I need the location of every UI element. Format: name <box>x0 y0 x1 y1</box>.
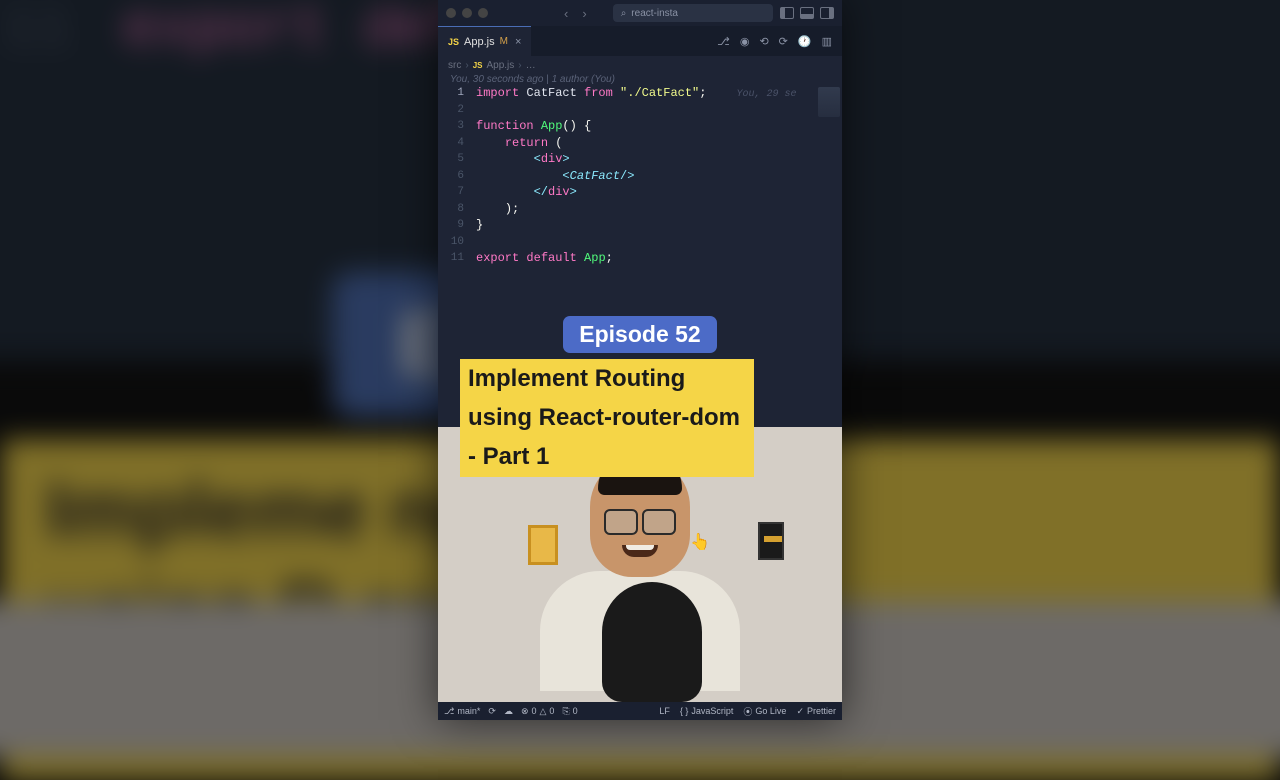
code-line[interactable]: 3function App() { <box>438 118 842 135</box>
code-line[interactable]: 8 ); <box>438 201 842 218</box>
command-center[interactable]: ⌕ react-insta <box>613 4 773 22</box>
microphone <box>602 582 702 702</box>
language-mode[interactable]: { } JavaScript <box>680 705 734 718</box>
code-line[interactable]: 10 <box>438 234 842 251</box>
vscode-window: ‹ › ⌕ react-insta JS App.js M × ⎇ ◉ ⟲ ⟳ … <box>438 0 842 720</box>
wall-frame-right <box>758 522 784 560</box>
search-text: react-insta <box>631 8 678 19</box>
branch-icon: ⎇ <box>444 706 454 717</box>
preview-icon[interactable]: ◉ <box>740 35 750 48</box>
line-number: 5 <box>438 153 476 165</box>
breadcrumb-folder: src <box>448 60 461 71</box>
title-badge: Implement Routing using React-router-dom… <box>460 359 754 477</box>
line-number: 11 <box>438 252 476 264</box>
breadcrumb-symbol: … <box>526 60 536 71</box>
code-line[interactable]: 11export default App; <box>438 250 842 267</box>
git-branch[interactable]: ⎇ main* <box>444 706 480 717</box>
check-icon: ✓ <box>796 706 804 717</box>
git-compare-icon[interactable]: ⎇ <box>717 35 730 48</box>
line-content: export default App; <box>476 251 613 265</box>
code-line[interactable]: 4 return ( <box>438 135 842 152</box>
tabbar: JS App.js M × ⎇ ◉ ⟲ ⟳ 🕐 ▥ <box>438 26 842 56</box>
traffic-max[interactable] <box>478 8 488 18</box>
line-number: 10 <box>438 236 476 248</box>
line-content: <div> <box>476 152 570 166</box>
warning-icon: △ <box>540 706 547 717</box>
ports[interactable]: ⎘0 <box>562 706 577 717</box>
cloud-button[interactable]: ☁ <box>504 706 513 717</box>
run-next-icon[interactable]: ⟳ <box>779 35 788 48</box>
editor[interactable]: 1import CatFact from "./CatFact";You, 29… <box>438 85 842 349</box>
statusbar: ⎇ main* ⟳ ☁ ⊗0 △0 ⎘0 LF { } JavaScript ⦿… <box>438 702 842 720</box>
chevron-right-icon: › <box>518 60 521 71</box>
sync-icon: ⟳ <box>488 706 496 717</box>
tab-filename: App.js <box>464 36 495 48</box>
nav-back-icon[interactable]: ‹ <box>564 6 568 21</box>
episode-badge: Episode 52 <box>563 316 716 353</box>
titlebar: ‹ › ⌕ react-insta <box>438 0 842 26</box>
js-icon: JS <box>448 37 459 47</box>
line-number: 1 <box>438 87 476 99</box>
breadcrumb-file: App.js <box>486 60 514 71</box>
line-content: return ( <box>476 136 562 150</box>
problems[interactable]: ⊗0 △0 <box>521 706 555 717</box>
tab-modified-badge: M <box>500 36 508 47</box>
timeline-icon[interactable]: 🕐 <box>798 35 812 48</box>
traffic-close[interactable] <box>446 8 456 18</box>
minimap[interactable] <box>818 87 840 117</box>
go-live-button[interactable]: ⦿ Go Live <box>743 705 786 718</box>
line-content: </div> <box>476 185 577 199</box>
sync-button[interactable]: ⟳ <box>488 706 496 717</box>
cloud-icon: ☁ <box>504 706 513 717</box>
line-number: 3 <box>438 120 476 132</box>
split-editor-icon[interactable]: ▥ <box>822 35 832 48</box>
video-overlay: Episode 52 Implement Routing using React… <box>438 316 842 477</box>
toggle-sidebar-icon[interactable] <box>780 7 794 19</box>
code-line[interactable]: 2 <box>438 102 842 119</box>
line-content: ); <box>476 202 519 216</box>
prettier-status[interactable]: ✓ Prettier <box>796 705 836 718</box>
code-line[interactable]: 1import CatFact from "./CatFact";You, 29… <box>438 85 842 102</box>
line-number: 4 <box>438 137 476 149</box>
broadcast-icon: ⦿ <box>743 705 752 718</box>
line-content: import CatFact from "./CatFact";You, 29 … <box>476 86 796 100</box>
breadcrumb[interactable]: src › JS App.js › … <box>438 56 842 74</box>
cursor-icon: 👆 <box>690 532 710 552</box>
code-line[interactable]: 9} <box>438 217 842 234</box>
tab-app-js[interactable]: JS App.js M × <box>438 26 531 56</box>
line-content: } <box>476 218 483 232</box>
toggle-panel-icon[interactable] <box>800 7 814 19</box>
line-number: 8 <box>438 203 476 215</box>
braces-icon: { } <box>680 706 689 716</box>
nav-forward-icon[interactable]: › <box>582 6 586 21</box>
line-content: <CatFact/> <box>476 169 634 183</box>
run-prev-icon[interactable]: ⟲ <box>759 35 768 48</box>
inline-blame: You, 29 se <box>736 89 796 100</box>
code-line[interactable]: 5 <div> <box>438 151 842 168</box>
eol[interactable]: LF <box>659 705 670 718</box>
gitlens-blame: You, 30 seconds ago | 1 author (You) <box>438 74 842 85</box>
line-content: function App() { <box>476 119 591 133</box>
tab-close-icon[interactable]: × <box>515 36 521 48</box>
js-icon: JS <box>473 61 483 70</box>
search-icon: ⌕ <box>621 8 627 19</box>
bg-line-num: 11 <box>2 0 112 62</box>
line-number: 6 <box>438 170 476 182</box>
error-icon: ⊗ <box>521 706 529 717</box>
traffic-min[interactable] <box>462 8 472 18</box>
line-number: 9 <box>438 219 476 231</box>
chevron-right-icon: › <box>465 60 468 71</box>
line-number: 2 <box>438 104 476 116</box>
code-line[interactable]: 7 </div> <box>438 184 842 201</box>
code-line[interactable]: 6 <CatFact/> <box>438 168 842 185</box>
port-icon: ⎘ <box>562 706 569 717</box>
toggle-secondary-icon[interactable] <box>820 7 834 19</box>
line-number: 7 <box>438 186 476 198</box>
